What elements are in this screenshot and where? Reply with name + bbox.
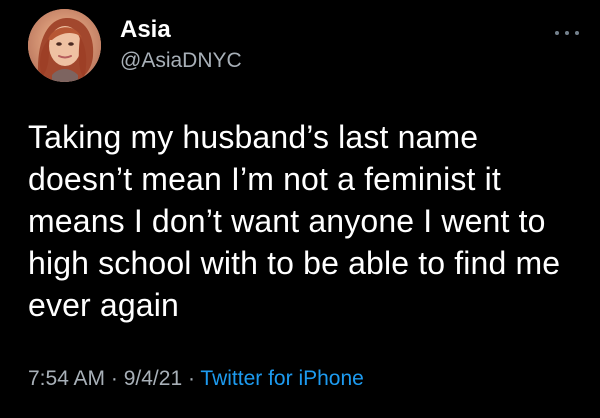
tweet-metadata: 7:54 AM · 9/4/21 · Twitter for iPhone (28, 366, 364, 392)
tweet-text-line: Taking my husband’s last name (28, 119, 479, 155)
tweet-time[interactable]: 7:54 AM (28, 367, 105, 390)
more-dot-icon (565, 31, 569, 35)
tweet-text-line: ever again (28, 287, 179, 323)
tweet-text-line: high school with to be able to find me (28, 245, 561, 281)
tweet-date[interactable]: 9/4/21 (124, 367, 182, 390)
tweet-text-line: means I don’t want anyone I went to (28, 203, 546, 239)
tweet-text: Taking my husband’s last name doesn’t me… (28, 116, 573, 326)
tweet-source-link[interactable]: Twitter for iPhone (200, 367, 363, 390)
more-options-icon[interactable] (555, 28, 579, 38)
display-name[interactable]: Asia (120, 16, 171, 44)
more-dot-icon (575, 31, 579, 35)
more-dot-icon (555, 31, 559, 35)
tweet-card: Asia @AsiaDNYC Taking my husband’s last … (0, 0, 600, 418)
metadata-separator: · (182, 367, 201, 390)
profile-photo-icon[interactable] (28, 9, 101, 82)
tweet-text-line: doesn’t mean I’m not a feminist it (28, 161, 501, 197)
user-handle[interactable]: @AsiaDNYC (120, 48, 242, 74)
metadata-separator: · (105, 367, 124, 390)
